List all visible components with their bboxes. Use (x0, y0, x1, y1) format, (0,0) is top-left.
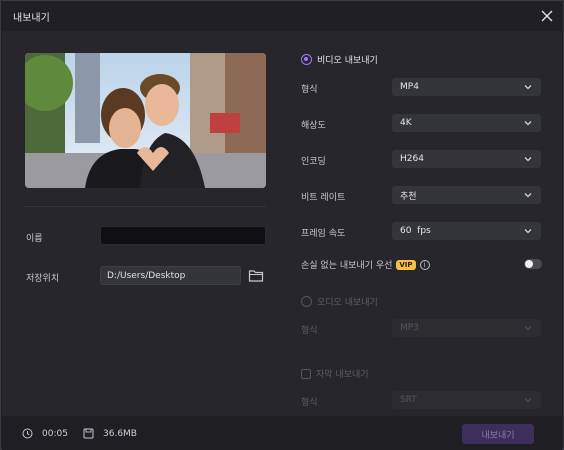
lossless-export-toggle[interactable] (524, 259, 542, 269)
video-export-option[interactable]: 비디오 내보내기 (301, 53, 378, 66)
chevron-down-icon (524, 398, 532, 403)
encoding-select[interactable]: H264 (392, 150, 541, 168)
right-panel: 비디오 내보내기 형식 MP4 해상도 4K 인코딩 H264 비트 레이트 추… (282, 31, 562, 416)
subtitle-format-select[interactable]: SRT (392, 391, 541, 409)
bitrate-label: 비트 레이트 (301, 193, 346, 203)
subtitle-export-option[interactable]: 자막 내보내기 (301, 367, 369, 380)
left-divider (25, 206, 266, 207)
export-dialog: 내보내기 이름 저장위치 D:/Users/Desktop 비디오 내보내기 형… (0, 0, 564, 450)
dialog-title: 내보내기 (13, 12, 50, 24)
resolution-select[interactable]: 4K (392, 114, 541, 132)
save-disk-icon (83, 428, 94, 439)
vip-badge: VIP (396, 259, 416, 270)
left-panel: 이름 저장위치 D:/Users/Desktop (2, 31, 281, 416)
audio-format-value: MP3 (400, 323, 419, 333)
size-value: 36.6MB (103, 428, 137, 439)
bitrate-select[interactable]: 추천 (392, 186, 541, 204)
audio-format-select[interactable]: MP3 (392, 319, 541, 337)
footer-bar: 00:05 36.6MB 내보내기 (2, 416, 562, 450)
framerate-value: 60 fps (400, 226, 431, 236)
size-info: 36.6MB (83, 428, 137, 439)
audio-export-label: 오디오 내보내기 (317, 298, 378, 308)
dialog-body: 이름 저장위치 D:/Users/Desktop 비디오 내보내기 형식 MP4… (2, 31, 562, 416)
lossless-export-row: 손실 없는 내보내기 우선 VIP i (301, 258, 430, 271)
audio-export-option[interactable]: 오디오 내보내기 (301, 295, 378, 308)
export-button[interactable]: 내보내기 (462, 424, 534, 444)
video-export-label: 비디오 내보내기 (317, 56, 378, 66)
encoding-value: H264 (400, 154, 424, 164)
name-label: 이름 (26, 234, 43, 244)
chevron-down-icon (524, 229, 532, 234)
duration-value: 00:05 (42, 428, 68, 439)
checkbox-icon[interactable] (301, 368, 311, 379)
format-label: 형식 (301, 85, 318, 95)
save-location-label: 저장위치 (26, 274, 60, 284)
video-preview-thumbnail (25, 53, 266, 188)
format-select[interactable]: MP4 (392, 78, 541, 96)
resolution-value: 4K (400, 118, 412, 128)
clock-icon (22, 428, 33, 439)
chevron-down-icon (524, 157, 532, 162)
save-location-field[interactable]: D:/Users/Desktop (100, 266, 241, 285)
format-value: MP4 (400, 82, 419, 92)
chevron-down-icon (524, 193, 532, 198)
radio-selected-icon[interactable] (301, 54, 312, 65)
subtitle-format-value: SRT (400, 395, 417, 405)
framerate-select[interactable]: 60 fps (392, 222, 541, 240)
subtitle-export-label: 자막 내보내기 (316, 370, 369, 380)
radio-unselected-icon[interactable] (301, 296, 312, 307)
chevron-down-icon (524, 85, 532, 90)
chevron-down-icon (524, 326, 532, 331)
lossless-export-label: 손실 없는 내보내기 우선 (301, 261, 393, 271)
folder-icon[interactable] (248, 268, 264, 283)
bitrate-value: 추천 (400, 191, 417, 202)
subtitle-format-label: 형식 (301, 398, 318, 408)
encoding-label: 인코딩 (301, 157, 326, 167)
framerate-label: 프레임 속도 (301, 229, 346, 239)
title-bar: 내보내기 (1, 1, 563, 31)
name-input[interactable] (100, 226, 266, 245)
close-icon[interactable] (537, 6, 557, 26)
resolution-label: 해상도 (301, 121, 326, 131)
chevron-down-icon (524, 121, 532, 126)
audio-format-label: 형식 (301, 326, 318, 336)
info-icon[interactable]: i (419, 259, 430, 270)
duration-info: 00:05 (22, 428, 68, 439)
